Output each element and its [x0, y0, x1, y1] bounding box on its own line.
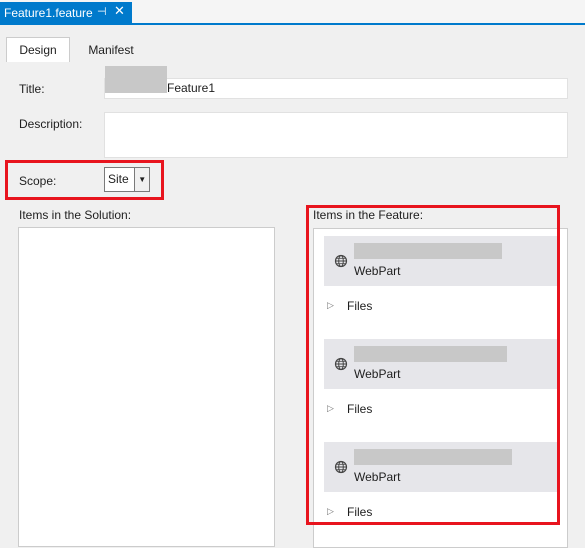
document-tab-feature1[interactable]: Feature1.feature ⊣ ✕ — [0, 2, 132, 23]
designer-tabs: Design Manifest — [0, 25, 585, 62]
feature-highlight-box — [306, 205, 560, 525]
solution-items-list[interactable] — [18, 227, 275, 547]
document-tabstrip: Feature1.feature ⊣ ✕ — [0, 0, 585, 24]
title-label: Title: — [19, 82, 45, 96]
description-input[interactable] — [104, 112, 568, 158]
description-label: Description: — [19, 117, 83, 131]
close-icon[interactable]: ✕ — [114, 3, 125, 19]
chevron-down-icon[interactable]: ▼ — [134, 168, 149, 191]
scope-dropdown[interactable]: Site ▼ — [104, 167, 150, 192]
tab-manifest[interactable]: Manifest — [76, 37, 146, 62]
solution-items-label: Items in the Solution: — [19, 208, 132, 222]
title-value: Feature1 — [167, 81, 216, 95]
scope-label: Scope: — [19, 174, 57, 188]
tab-design[interactable]: Design — [6, 37, 70, 62]
redacted-region — [105, 66, 167, 93]
document-tab-title: Feature1.feature — [4, 5, 93, 20]
scope-value: Site — [108, 172, 129, 186]
pin-icon[interactable]: ⊣ — [97, 5, 107, 18]
title-input[interactable]: Feature1 — [104, 66, 568, 99]
